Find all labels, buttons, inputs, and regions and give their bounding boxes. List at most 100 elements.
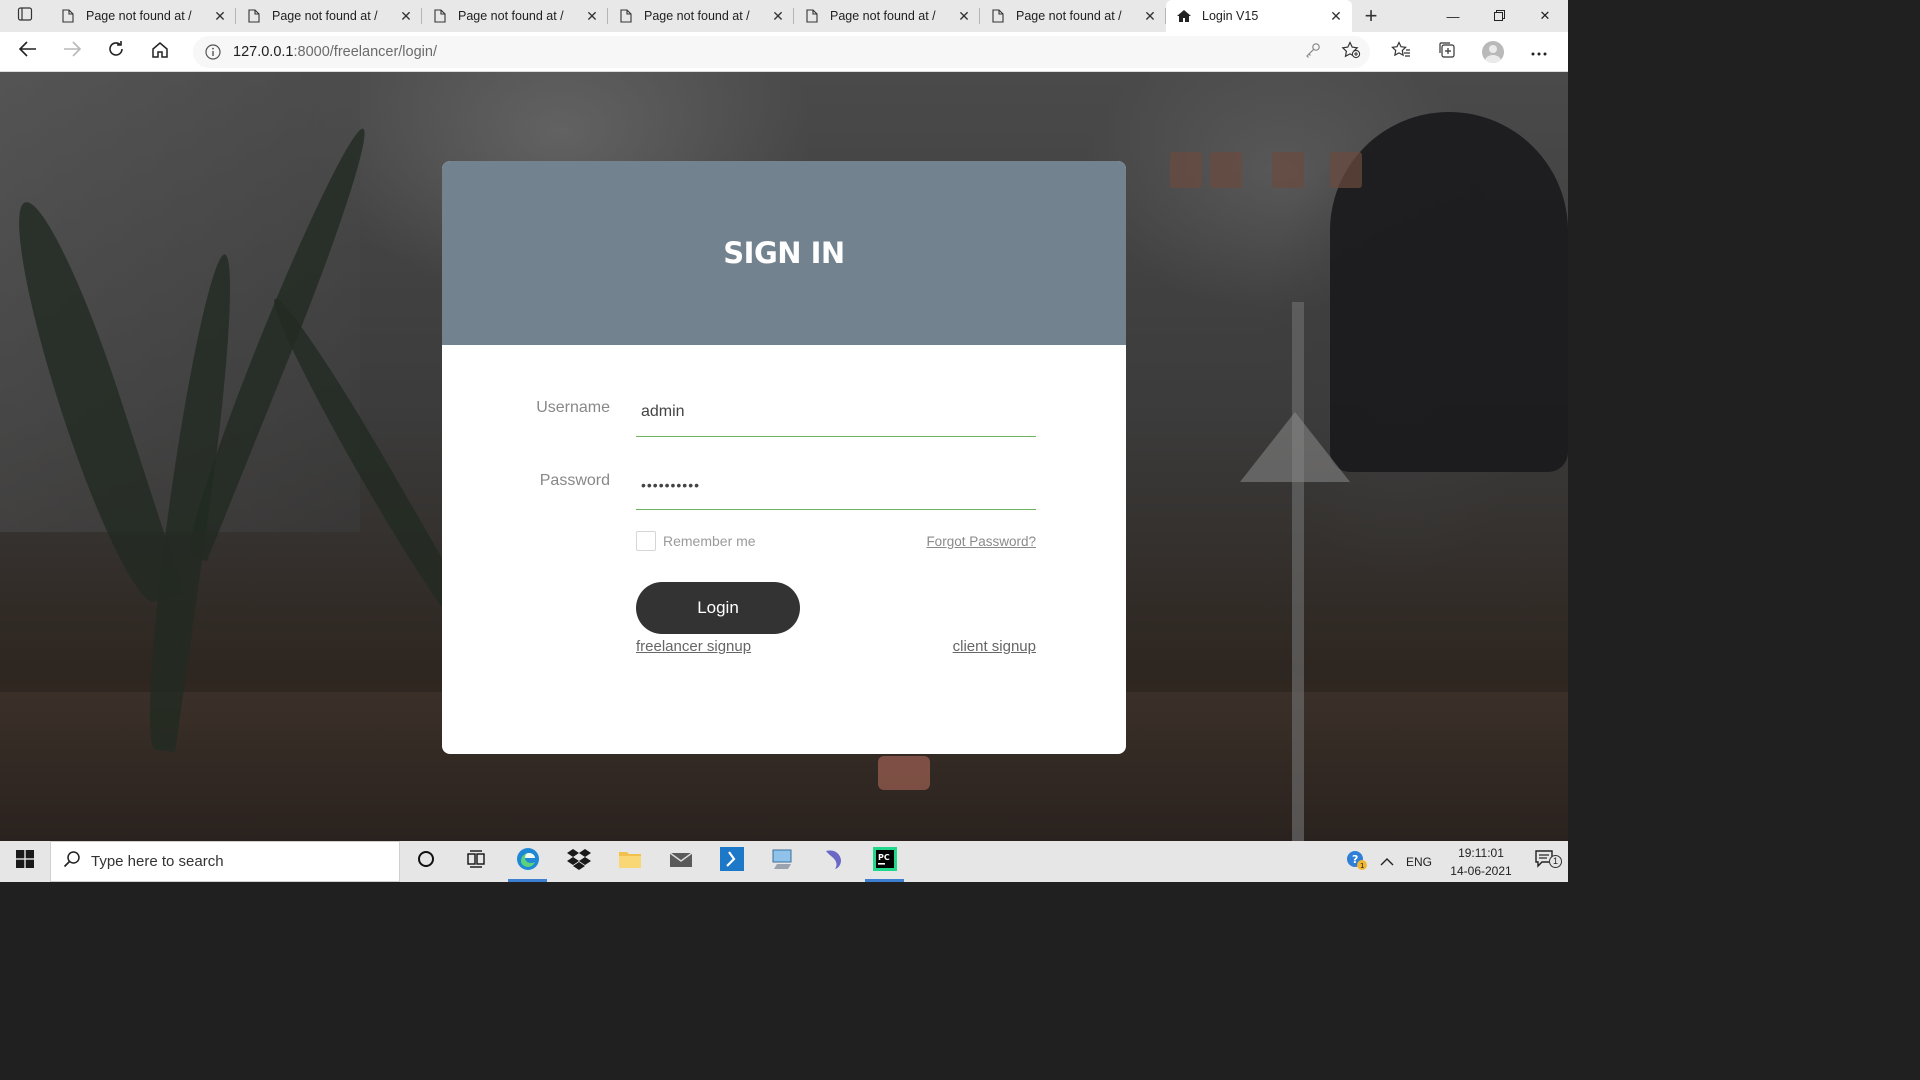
profile-button[interactable] bbox=[1470, 32, 1516, 72]
browser-tab[interactable]: Page not found at / ✕ bbox=[608, 0, 794, 32]
url-text: 127.0.0.1:8000/freelancer/login/ bbox=[233, 44, 437, 60]
star-plus-icon bbox=[1341, 40, 1361, 64]
login-card: SIGN IN Username Password Remember me Fo… bbox=[442, 161, 1126, 754]
windows-logo-icon bbox=[16, 850, 34, 873]
browser-tab[interactable]: Page not found at / ✕ bbox=[50, 0, 236, 32]
back-button[interactable] bbox=[6, 32, 50, 72]
username-field[interactable] bbox=[636, 387, 1036, 437]
search-placeholder: Type here to search bbox=[91, 853, 224, 870]
password-row: Password bbox=[442, 460, 1126, 510]
cortana-icon bbox=[417, 850, 435, 873]
mail-taskbar-button[interactable] bbox=[655, 841, 706, 882]
remote-desktop-icon bbox=[771, 848, 795, 875]
pycharm-taskbar-button[interactable]: PC bbox=[859, 841, 910, 882]
page-icon bbox=[60, 8, 76, 24]
collections-icon bbox=[1438, 41, 1456, 64]
window-controls: — ✕ bbox=[1430, 0, 1568, 32]
restore-button[interactable] bbox=[1476, 0, 1522, 32]
windows-taskbar: Type here to search PC ? 1 ENG 19:11:01 … bbox=[0, 841, 1568, 882]
tab-actions-button[interactable] bbox=[0, 0, 50, 32]
tab-title: Page not found at / bbox=[830, 9, 936, 23]
browser-tab[interactable]: Page not found at / ✕ bbox=[980, 0, 1166, 32]
powershell-taskbar-button[interactable] bbox=[706, 841, 757, 882]
forward-arrow-icon bbox=[63, 41, 82, 62]
task-view-button[interactable] bbox=[451, 841, 502, 882]
refresh-icon bbox=[107, 40, 125, 63]
language-indicator[interactable]: ENG bbox=[1400, 855, 1438, 869]
dropbox-taskbar-button[interactable] bbox=[553, 841, 604, 882]
action-center-button[interactable]: 1 bbox=[1524, 849, 1568, 874]
client-signup-link[interactable]: client signup bbox=[953, 638, 1036, 655]
minimize-button[interactable]: — bbox=[1430, 0, 1476, 32]
start-button[interactable] bbox=[0, 841, 50, 882]
language-label: ENG bbox=[1405, 854, 1432, 869]
close-tab-icon[interactable]: ✕ bbox=[1142, 8, 1158, 24]
powershell-icon bbox=[719, 847, 744, 876]
background-person bbox=[1330, 112, 1568, 472]
browser-tab[interactable]: Page not found at / ✕ bbox=[236, 0, 422, 32]
browser-tab-active[interactable]: Login V15 ✕ bbox=[1166, 0, 1352, 32]
browser-tab-strip: Page not found at / ✕ Page not found at … bbox=[0, 0, 1568, 32]
help-tray-button[interactable]: ? 1 bbox=[1340, 849, 1374, 874]
tab-title: Page not found at / bbox=[1016, 9, 1122, 23]
page-icon bbox=[246, 8, 262, 24]
password-field[interactable] bbox=[636, 460, 1036, 510]
close-tab-icon[interactable]: ✕ bbox=[212, 8, 228, 24]
taskbar-search-box[interactable]: Type here to search bbox=[50, 841, 400, 882]
page-icon bbox=[618, 8, 634, 24]
file-explorer-taskbar-button[interactable] bbox=[604, 841, 655, 882]
browser-tab[interactable]: Page not found at / ✕ bbox=[794, 0, 980, 32]
dropbox-icon bbox=[566, 848, 591, 875]
login-button[interactable]: Login bbox=[636, 582, 800, 634]
home-icon bbox=[1176, 8, 1192, 24]
clock-time: 19:11:01 bbox=[1458, 845, 1504, 860]
svg-text:PC: PC bbox=[878, 853, 890, 862]
avatar bbox=[1482, 41, 1504, 63]
cortana-button[interactable] bbox=[400, 841, 451, 882]
collections-button[interactable] bbox=[1424, 32, 1470, 72]
username-label: Username bbox=[536, 399, 610, 416]
page-viewport: SIGN IN Username Password Remember me Fo… bbox=[0, 72, 1568, 841]
edge-taskbar-button[interactable] bbox=[502, 841, 553, 882]
url-path: :8000/freelancer/login/ bbox=[293, 44, 437, 60]
background-plant-pot bbox=[1210, 152, 1242, 188]
file-explorer-icon bbox=[618, 849, 642, 874]
chevron-up-icon bbox=[1380, 855, 1394, 869]
info-icon[interactable] bbox=[193, 44, 233, 60]
freelancer-signup-link[interactable]: freelancer signup bbox=[636, 638, 751, 655]
settings-menu-button[interactable] bbox=[1516, 32, 1562, 72]
home-icon bbox=[151, 41, 169, 63]
address-bar[interactable]: 127.0.0.1:8000/freelancer/login/ bbox=[193, 36, 1370, 68]
close-tab-icon[interactable]: ✕ bbox=[398, 8, 414, 24]
notification-count-badge: 1 bbox=[1549, 855, 1562, 868]
remember-me-checkbox[interactable] bbox=[636, 531, 656, 551]
page-icon bbox=[804, 8, 820, 24]
password-key-button[interactable] bbox=[1294, 36, 1332, 68]
show-hidden-icons-button[interactable] bbox=[1374, 855, 1400, 869]
add-favorite-button[interactable] bbox=[1332, 36, 1370, 68]
key-icon bbox=[1305, 42, 1321, 63]
favorites-button[interactable] bbox=[1378, 32, 1424, 72]
remote-desktop-taskbar-button[interactable] bbox=[757, 841, 808, 882]
system-tray: ? 1 ENG 19:11:01 14-06-2021 1 bbox=[1340, 841, 1568, 882]
forward-button[interactable] bbox=[50, 32, 94, 72]
edge-icon bbox=[516, 847, 540, 876]
remember-me-label[interactable]: Remember me bbox=[663, 533, 756, 549]
back-arrow-icon bbox=[18, 41, 37, 62]
close-icon: ✕ bbox=[1539, 8, 1551, 23]
close-tab-icon[interactable]: ✕ bbox=[584, 8, 600, 24]
close-tab-icon[interactable]: ✕ bbox=[770, 8, 786, 24]
close-window-button[interactable]: ✕ bbox=[1522, 0, 1568, 32]
svg-text:1: 1 bbox=[1360, 862, 1364, 870]
dolphin-taskbar-button[interactable] bbox=[808, 841, 859, 882]
new-tab-button[interactable]: + bbox=[1352, 0, 1390, 32]
close-tab-icon[interactable]: ✕ bbox=[956, 8, 972, 24]
clock[interactable]: 19:11:01 14-06-2021 bbox=[1438, 844, 1524, 880]
home-button[interactable] bbox=[138, 32, 182, 72]
forgot-password-link[interactable]: Forgot Password? bbox=[926, 534, 1036, 549]
search-icon bbox=[63, 850, 81, 873]
refresh-button[interactable] bbox=[94, 32, 138, 72]
plus-icon: + bbox=[1364, 3, 1378, 28]
close-tab-icon[interactable]: ✕ bbox=[1328, 8, 1344, 24]
browser-tab[interactable]: Page not found at / ✕ bbox=[422, 0, 608, 32]
